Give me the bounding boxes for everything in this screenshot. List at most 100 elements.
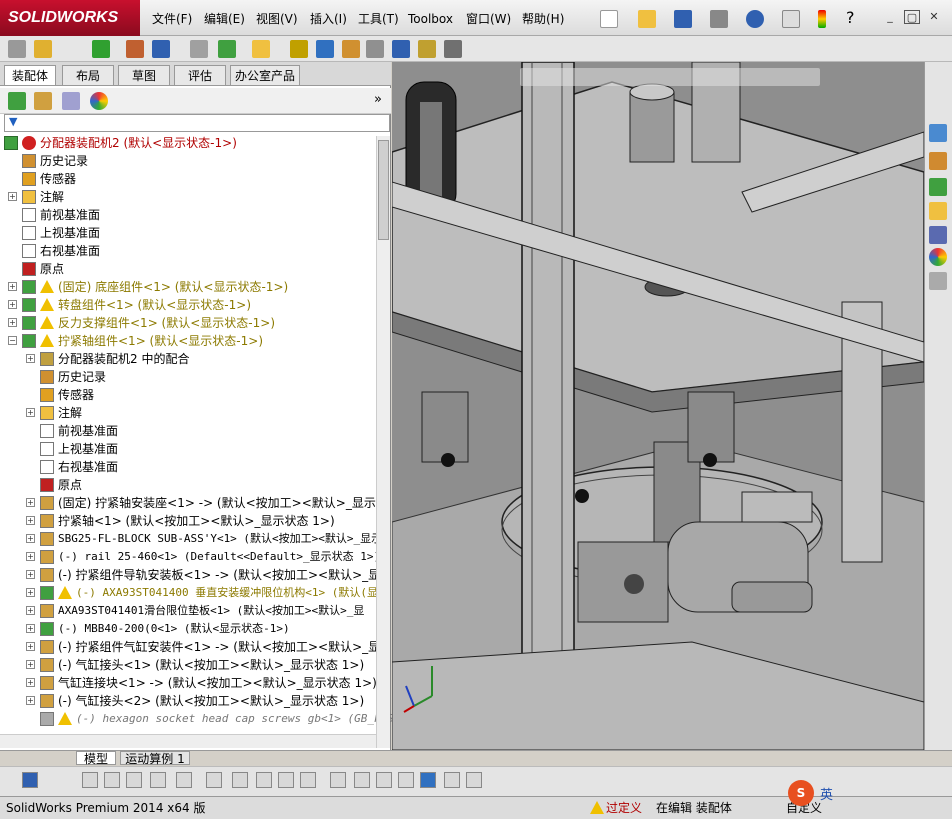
toolbar-tool-icon[interactable] <box>316 40 334 58</box>
expand-icon[interactable]: + <box>8 282 17 291</box>
tree-row[interactable]: 右视基准面 <box>0 458 374 476</box>
expand-icon[interactable]: + <box>26 696 35 705</box>
tree-row[interactable]: + 分配器装配机2 中的配合 <box>0 350 374 368</box>
toolbar-tool-icon[interactable] <box>126 40 144 58</box>
expand-icon[interactable]: + <box>26 660 35 669</box>
sketch-tool-icon[interactable] <box>330 772 346 788</box>
tree-row[interactable]: + (-) 拧紧组件导轨安装板<1> -> (默认<按加工><默认>_显 <box>0 566 380 584</box>
tree-row[interactable]: + (固定) 拧紧轴安装座<1> -> (默认<按加工><默认>_显示状 <box>0 494 388 512</box>
tree-row[interactable]: + (-) AXA93ST041400 垂直安装缓冲限位机构<1> (默认(显 <box>0 584 378 602</box>
help-icon[interactable]: ? <box>846 8 855 27</box>
sketch-tool-icon[interactable] <box>300 772 316 788</box>
toolbar-tool-icon[interactable] <box>152 40 170 58</box>
sketch-tool-icon[interactable] <box>256 772 272 788</box>
tree-row[interactable]: + 转盘组件<1> (默认<显示状态-1>) <box>0 296 374 314</box>
tree-row[interactable]: + (-) MBB40-200(0<1> (默认<显示状态-1>) <box>0 620 374 638</box>
menu-item[interactable]: 文件(F) <box>152 10 192 28</box>
tree-row[interactable]: + SBG25-FL-BLOCK SUB-ASS'Y<1> (默认<按加工><默认… <box>0 530 382 548</box>
tab-2[interactable]: 草图 <box>118 65 170 85</box>
sketch-tool-icon[interactable] <box>444 772 460 788</box>
tree-row[interactable]: 传感器 <box>0 386 374 404</box>
tree-row[interactable]: + 气缸连接块<1> -> (默认<按加工><默认>_显示状态 1>) <box>0 674 377 692</box>
home-icon[interactable] <box>929 152 947 170</box>
menu-item[interactable]: 窗口(W) <box>466 10 511 28</box>
appearances-icon[interactable] <box>929 248 947 266</box>
tree-vertical-scrollbar[interactable] <box>376 136 390 748</box>
tree-row[interactable]: + 反力支撑组件<1> (默认<显示状态-1>) <box>0 314 374 332</box>
tree-row[interactable]: − 拧紧轴组件<1> (默认<显示状态-1>) <box>0 332 374 350</box>
expand-icon[interactable]: + <box>26 354 35 363</box>
tree-horizontal-scrollbar[interactable] <box>0 734 376 748</box>
sketch-tool-icon[interactable] <box>150 772 166 788</box>
menu-item[interactable]: 工具(T) <box>358 10 399 28</box>
tree-row[interactable]: + 拧紧轴<1> (默认<按加工><默认>_显示状态 1>) <box>0 512 374 530</box>
tree-row[interactable]: + (-) 拧紧组件气缸安装件<1> -> (默认<按加工><默认>_显 <box>0 638 380 656</box>
tree-row[interactable]: 历史记录 <box>0 152 374 170</box>
solidworks-resources-icon[interactable] <box>929 124 947 142</box>
sketch-tool-icon[interactable] <box>126 772 142 788</box>
tab-0[interactable]: 装配体 <box>4 65 56 85</box>
tree-filter-input[interactable]: ▼ <box>4 114 390 132</box>
tree-row[interactable]: + (-) 气缸接头<2> (默认<按加工><默认>_显示状态 1>) <box>0 692 374 710</box>
expand-icon[interactable]: + <box>26 606 35 615</box>
toolbar-tool-icon[interactable] <box>252 40 270 58</box>
custom-properties-icon[interactable] <box>929 272 947 290</box>
menu-item[interactable]: 编辑(E) <box>204 10 245 28</box>
tree-row[interactable]: 上视基准面 <box>0 440 374 458</box>
expand-icon[interactable]: + <box>8 300 17 309</box>
toolbar-tool-icon[interactable] <box>290 40 308 58</box>
display-manager-icon[interactable] <box>90 92 108 110</box>
toolbar-tool-icon[interactable] <box>92 40 110 58</box>
tree-row[interactable]: 原点 <box>0 476 374 494</box>
tree-row[interactable]: + (-) rail 25-460<1> (Default<<Default>_显… <box>0 548 380 566</box>
new-document-icon[interactable] <box>600 10 618 28</box>
input-method-lang-icon[interactable]: 英 <box>820 784 833 803</box>
rebuild-icon[interactable] <box>818 10 826 28</box>
tree-row[interactable]: 前视基准面 <box>0 206 374 224</box>
expand-icon[interactable]: + <box>26 570 35 579</box>
solidworks-logo[interactable]: SOLIDWORKS <box>0 0 140 36</box>
restore-icon[interactable]: ▢ <box>904 10 920 24</box>
expand-panel-icon[interactable]: » <box>374 92 382 107</box>
toolbar-tool-icon[interactable] <box>34 40 52 58</box>
view-palette-icon[interactable] <box>929 226 947 244</box>
sketch-tool-icon[interactable] <box>278 772 294 788</box>
expand-icon[interactable]: + <box>26 534 35 543</box>
tree-row[interactable]: + (固定) 底座组件<1> (默认<显示状态-1>) <box>0 278 374 296</box>
expand-icon[interactable]: + <box>26 678 35 687</box>
expand-icon[interactable]: + <box>26 642 35 651</box>
print-icon[interactable] <box>710 10 728 28</box>
property-manager-icon[interactable] <box>34 92 52 110</box>
expand-icon[interactable]: + <box>8 318 17 327</box>
feature-tree-icon[interactable] <box>8 92 26 110</box>
sketch-tool-icon[interactable] <box>398 772 414 788</box>
toolbar-tool-icon[interactable] <box>218 40 236 58</box>
toolbar-tool-icon[interactable] <box>190 40 208 58</box>
undo-icon[interactable] <box>746 10 764 28</box>
toolbar-tool-icon[interactable] <box>418 40 436 58</box>
tree-row[interactable]: 原点 <box>0 260 374 278</box>
menu-item[interactable]: 插入(I) <box>310 10 347 28</box>
tab-4[interactable]: 办公室产品 <box>230 65 300 85</box>
sketch-tool-icon[interactable] <box>354 772 370 788</box>
expand-icon[interactable]: + <box>26 624 35 633</box>
tab-3[interactable]: 评估 <box>174 65 226 85</box>
tree-row[interactable]: + 注解 <box>0 404 374 422</box>
menu-item[interactable]: 帮助(H) <box>522 10 564 28</box>
sketch-tool-icon[interactable] <box>466 772 482 788</box>
save-icon[interactable] <box>674 10 692 28</box>
tree-row[interactable]: + (-) 气缸接头<1> (默认<按加工><默认>_显示状态 1>) <box>0 656 374 674</box>
tree-row[interactable]: + 注解 <box>0 188 374 206</box>
menu-item[interactable]: Toolbox <box>408 10 453 28</box>
file-explorer-icon[interactable] <box>929 202 947 220</box>
sketch-tool-icon[interactable] <box>420 772 436 788</box>
toolbar-tool-icon[interactable] <box>8 40 26 58</box>
scroll-thumb[interactable] <box>378 140 389 240</box>
tree-row[interactable]: 前视基准面 <box>0 422 374 440</box>
close-icon[interactable]: ✕ <box>926 10 942 24</box>
tree-row[interactable]: 传感器 <box>0 170 374 188</box>
sketch-tool-icon[interactable] <box>176 772 192 788</box>
toolbar-tool-icon[interactable] <box>342 40 360 58</box>
open-folder-icon[interactable] <box>638 10 656 28</box>
graphics-viewport[interactable] <box>392 62 924 750</box>
